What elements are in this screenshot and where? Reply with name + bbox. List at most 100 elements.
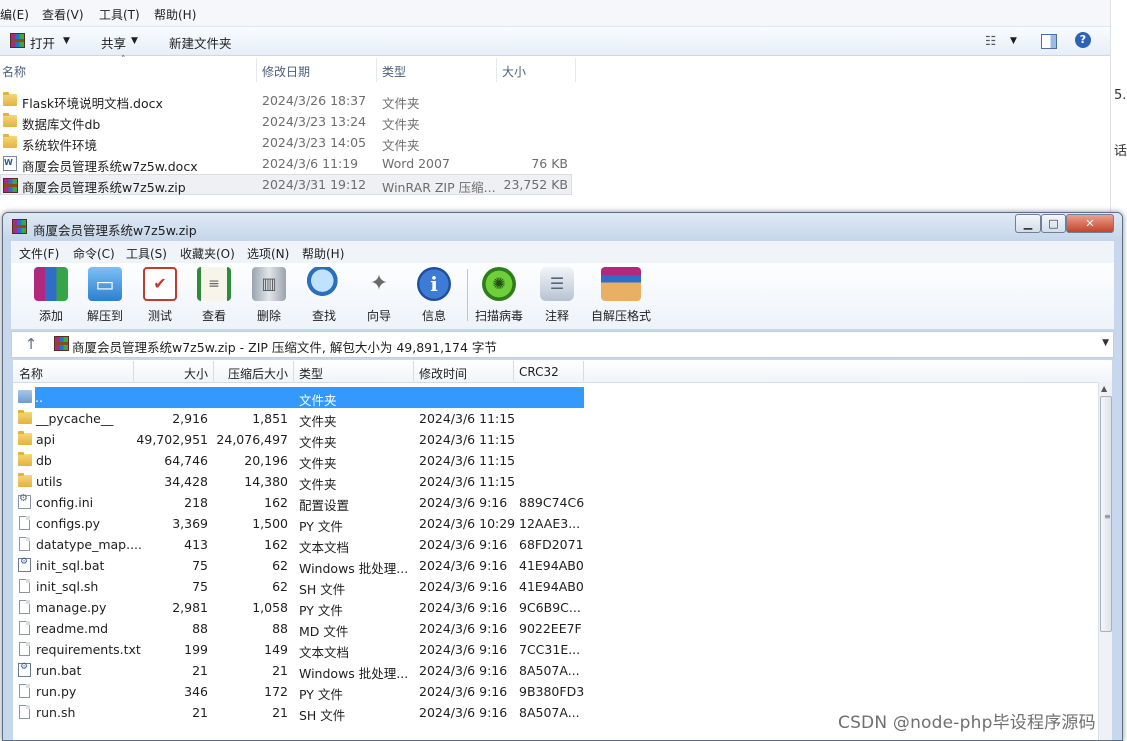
up-level-icon[interactable]: ↑ [18, 335, 44, 353]
col-size[interactable]: 大小 [134, 365, 208, 382]
winrar-icon [10, 33, 25, 48]
vertical-scrollbar[interactable]: ▲ ≡ [1098, 382, 1112, 740]
open-button[interactable]: 打开 [30, 33, 55, 52]
menu-view[interactable]: 查看(V) [42, 6, 84, 23]
scroll-up-arrow-icon[interactable]: ▲ [1101, 384, 1107, 393]
zip-archive-icon [54, 336, 69, 351]
view-button[interactable]: ≡ 查看 [188, 267, 240, 327]
archive-item-name: db [36, 453, 52, 468]
col-crc32[interactable]: CRC32 [519, 365, 559, 379]
help-icon[interactable]: ? [1075, 32, 1091, 48]
archive-row[interactable]: datatype_map.... 413 162 文本文档 2024/3/6 9… [13, 534, 584, 555]
archive-item-size: 413 [184, 537, 208, 552]
archive-row[interactable]: init_sql.sh 75 62 SH 文件 2024/3/6 9:16 41… [13, 576, 584, 597]
archive-row-parent-selected[interactable]: .. 文件夹 [35, 387, 584, 408]
archive-item-type: PY 文件 [299, 519, 343, 534]
archive-file-list: 名称 ˄ 大小 压缩后大小 类型 修改时间 CRC32 .. 文件夹 __pyc… [13, 360, 1112, 740]
col-name[interactable]: 名称 [19, 365, 43, 382]
scrollbar-grip-icon: ≡ [1104, 512, 1111, 521]
archive-item-type: 文本文档 [299, 645, 350, 660]
col-modified[interactable]: 修改时间 [419, 365, 467, 382]
col-separator[interactable] [583, 361, 584, 381]
menu-help[interactable]: 帮助(H) [154, 6, 196, 23]
col-separator[interactable] [376, 58, 377, 82]
menu-help[interactable]: 帮助(H) [302, 245, 344, 262]
maximize-button[interactable]: □ [1041, 214, 1066, 233]
add-button[interactable]: 添加 [25, 267, 77, 327]
col-packed[interactable]: 压缩后大小 [214, 365, 288, 382]
col-size[interactable]: 大小 [502, 63, 526, 80]
wizard-button[interactable]: ✦ 向导 [353, 267, 405, 327]
col-type[interactable]: 类型 [382, 63, 406, 80]
archive-row[interactable]: config.ini 218 162 配置设置 2024/3/6 9:16 88… [13, 492, 584, 513]
col-type[interactable]: 类型 [299, 365, 323, 382]
archive-item-modified: 2024/3/6 9:16 [419, 663, 508, 678]
minimize-button[interactable]: ▁ [1015, 214, 1041, 233]
col-separator[interactable] [575, 58, 576, 82]
col-separator[interactable] [256, 58, 257, 82]
preview-pane-icon[interactable] [1041, 34, 1057, 49]
share-dropdown-icon[interactable]: ▼ [131, 36, 138, 46]
archive-row[interactable]: __pycache__ 2,916 1,851 文件夹 2024/3/6 11:… [13, 408, 584, 429]
archive-row[interactable]: api 49,702,951 24,076,497 文件夹 2024/3/6 1… [13, 429, 584, 450]
extract-to-button[interactable]: ▭ 解压到 [79, 267, 131, 327]
info-button[interactable]: i 信息 [408, 267, 460, 327]
col-separator[interactable] [293, 361, 294, 381]
comment-button[interactable]: ☰ 注释 [531, 267, 583, 327]
file-icon [19, 600, 30, 614]
archive-row[interactable]: run.sh 21 21 SH 文件 2024/3/6 9:16 8A507A.… [13, 702, 584, 723]
file-row[interactable]: 数据库文件db 2024/3/23 13:24 文件夹 [0, 111, 572, 132]
winrar-window: 商厦会员管理系统w7z5w.zip ▁ □ ✕ 文件(F) 命令(C) 工具(S… [2, 212, 1123, 741]
find-button[interactable]: 查找 [298, 267, 350, 327]
file-row-selected[interactable]: 商厦会员管理系统w7z5w.zip 2024/3/31 19:12 WinRAR… [0, 174, 572, 195]
archive-row[interactable]: init_sql.bat 75 62 Windows 批处理... 2024/3… [13, 555, 584, 576]
archive-item-modified: 2024/3/6 11:15 [419, 432, 516, 447]
explorer-toolbar: 打开 ▼ 共享 ▼ 新建文件夹 ☷ ▼ ? [0, 27, 1110, 56]
file-row[interactable]: 系统软件环境 2024/3/23 14:05 文件夹 [0, 132, 572, 153]
scrollbar-thumb[interactable]: ≡ [1100, 396, 1112, 632]
sfx-button[interactable]: 自解压格式 [591, 267, 651, 327]
menu-commands[interactable]: 命令(C) [73, 245, 115, 262]
menu-tools[interactable]: 工具(S) [126, 245, 167, 262]
archive-item-type: 文件夹 [299, 393, 337, 408]
menu-tools[interactable]: 工具(T) [99, 6, 140, 23]
col-separator[interactable] [513, 361, 514, 381]
archive-row[interactable]: readme.md 88 88 MD 文件 2024/3/6 9:16 9022… [13, 618, 584, 639]
new-folder-button[interactable]: 新建文件夹 [169, 33, 232, 52]
winrar-titlebar[interactable]: 商厦会员管理系统w7z5w.zip ▁ □ ✕ [3, 213, 1122, 241]
col-separator[interactable] [496, 58, 497, 82]
open-dropdown-icon[interactable]: ▼ [63, 36, 70, 46]
col-name[interactable]: 名称 [2, 63, 26, 80]
menu-options[interactable]: 选项(N) [247, 245, 289, 262]
archive-item-packed: 1,058 [252, 600, 288, 615]
archive-row[interactable]: requirements.txt 199 149 文本文档 2024/3/6 9… [13, 639, 584, 660]
menu-edit[interactable]: 编(E) [0, 6, 29, 23]
close-button[interactable]: ✕ [1066, 214, 1114, 233]
file-row[interactable]: 商厦会员管理系统w7z5w.docx 2024/3/6 11:19 Word 2… [0, 153, 572, 174]
archive-item-type: PY 文件 [299, 687, 343, 702]
archive-item-crc: 889C74C6 [519, 495, 585, 510]
archive-row[interactable]: configs.py 3,369 1,500 PY 文件 2024/3/6 10… [13, 513, 584, 534]
test-button[interactable]: ✔ 测试 [134, 267, 186, 327]
delete-button[interactable]: ▥ 删除 [243, 267, 295, 327]
file-row[interactable]: Flask环境说明文档.docx 2024/3/26 18:37 文件夹 [0, 90, 572, 111]
menu-file[interactable]: 文件(F) [19, 245, 59, 262]
archive-row[interactable]: run.py 346 172 PY 文件 2024/3/6 9:16 9B380… [13, 681, 584, 702]
share-button[interactable]: 共享 [101, 33, 126, 52]
archive-row[interactable]: utils 34,428 14,380 文件夹 2024/3/6 11:15 [13, 471, 584, 492]
archive-row[interactable]: manage.py 2,981 1,058 PY 文件 2024/3/6 9:1… [13, 597, 584, 618]
trash-icon: ▥ [252, 267, 286, 301]
menu-favorites[interactable]: 收藏夹(O) [180, 245, 235, 262]
view-options-icon[interactable]: ☷ [985, 33, 996, 48]
archive-item-type: 文件夹 [299, 435, 337, 450]
scan-virus-button[interactable]: ✺ 扫描病毒 [473, 267, 525, 327]
path-dropdown-icon[interactable]: ▼ [1102, 338, 1109, 348]
view-dropdown-icon[interactable]: ▼ [1010, 36, 1017, 46]
archive-item-name: init_sql.sh [36, 579, 99, 594]
col-separator[interactable] [413, 361, 414, 381]
col-date[interactable]: 修改日期 [262, 63, 310, 80]
archive-row[interactable]: db 64,746 20,196 文件夹 2024/3/6 11:15 [13, 450, 584, 471]
sort-asc-icon: ˄ [70, 360, 75, 368]
archive-row[interactable]: run.bat 21 21 Windows 批处理... 2024/3/6 9:… [13, 660, 584, 681]
archive-item-modified: 2024/3/6 9:16 [419, 642, 508, 657]
